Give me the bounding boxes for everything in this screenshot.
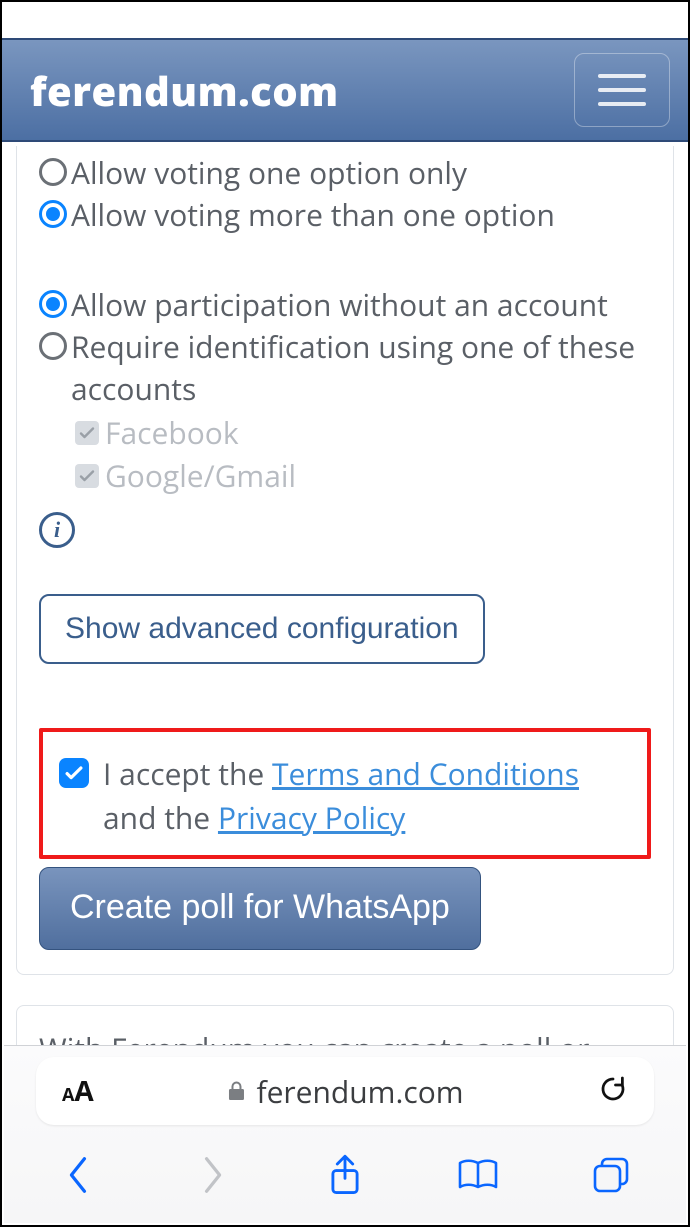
checkbox-accept-terms[interactable] bbox=[59, 758, 89, 788]
checkbox-disabled-icon bbox=[75, 464, 99, 488]
info-button[interactable]: i bbox=[39, 512, 651, 548]
hamburger-menu-button[interactable] bbox=[574, 53, 670, 127]
navbar: ferendum.com bbox=[2, 38, 688, 142]
radio-icon bbox=[39, 158, 67, 186]
reload-button[interactable] bbox=[598, 1074, 628, 1109]
checkbox-label: Google/Gmail bbox=[105, 455, 296, 496]
checkbox-google: Google/Gmail bbox=[75, 455, 651, 496]
radio-allow-anonymous[interactable]: Allow participation without an account bbox=[39, 284, 651, 326]
tabs-icon bbox=[591, 1155, 631, 1195]
poll-config-card: Allow voting one option only Allow votin… bbox=[16, 146, 674, 975]
radio-require-identification[interactable]: Require identification using one of thes… bbox=[39, 326, 651, 410]
text-size-button[interactable]: AA bbox=[62, 1072, 94, 1110]
forward-button bbox=[184, 1147, 240, 1203]
chevron-left-icon bbox=[66, 1155, 92, 1195]
radio-icon bbox=[39, 200, 67, 228]
share-button[interactable] bbox=[317, 1147, 373, 1203]
show-advanced-config-button[interactable]: Show advanced configuration bbox=[39, 594, 485, 664]
back-button[interactable] bbox=[51, 1147, 107, 1203]
safari-chrome: AA ferendum.com bbox=[4, 1045, 686, 1223]
terms-highlight: I accept the Terms and Conditions and th… bbox=[39, 728, 651, 859]
chevron-right-icon bbox=[199, 1155, 225, 1195]
radio-icon bbox=[39, 290, 67, 318]
tabs-button[interactable] bbox=[583, 1147, 639, 1203]
checkbox-disabled-icon bbox=[75, 421, 99, 445]
radio-vote-multiple-options[interactable]: Allow voting more than one option bbox=[39, 194, 651, 236]
privacy-policy-link[interactable]: Privacy Policy bbox=[218, 797, 405, 838]
share-icon bbox=[327, 1153, 363, 1197]
terms-text: I accept the Terms and Conditions and th… bbox=[103, 752, 625, 839]
address-domain: ferendum.com bbox=[256, 1071, 463, 1112]
check-icon bbox=[64, 763, 84, 783]
lock-icon bbox=[226, 1079, 246, 1103]
radio-vote-one-option[interactable]: Allow voting one option only bbox=[39, 152, 651, 194]
radio-label: Allow participation without an account bbox=[71, 284, 608, 326]
address-bar[interactable]: AA ferendum.com bbox=[36, 1057, 654, 1125]
create-poll-button[interactable]: Create poll for WhatsApp bbox=[39, 867, 481, 950]
reload-icon bbox=[598, 1074, 628, 1104]
radio-label: Allow voting more than one option bbox=[71, 194, 555, 236]
radio-label: Allow voting one option only bbox=[71, 152, 467, 194]
terms-and-conditions-link[interactable]: Terms and Conditions bbox=[272, 753, 579, 794]
checkbox-facebook: Facebook bbox=[75, 412, 651, 453]
radio-label: Require identification using one of thes… bbox=[71, 326, 651, 410]
bookmarks-button[interactable] bbox=[450, 1147, 506, 1203]
checkbox-label: Facebook bbox=[105, 412, 239, 453]
book-icon bbox=[456, 1157, 500, 1193]
site-logo[interactable]: ferendum.com bbox=[30, 63, 339, 118]
radio-icon bbox=[39, 332, 67, 360]
info-icon: i bbox=[39, 512, 75, 548]
